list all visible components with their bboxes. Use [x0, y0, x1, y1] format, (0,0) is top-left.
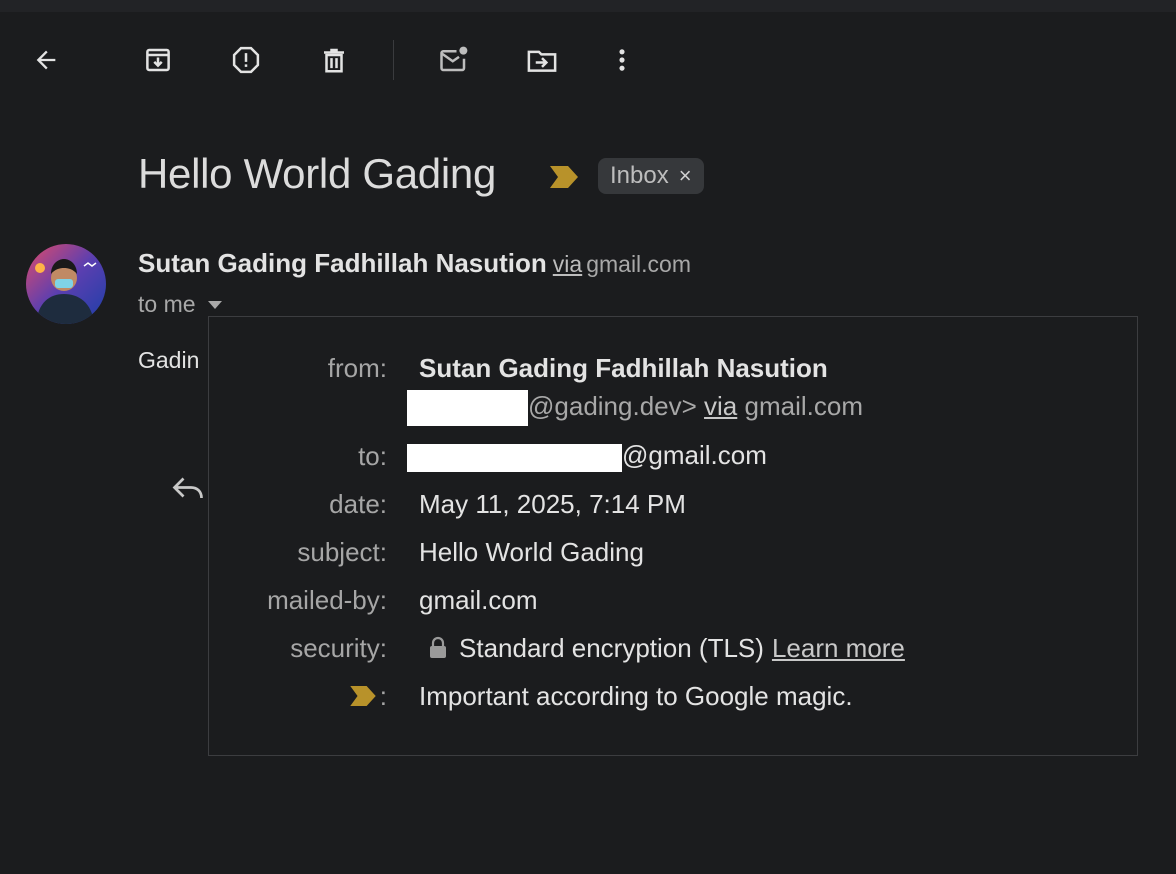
- email-body-snippet: Gadin: [138, 347, 200, 373]
- archive-icon: [146, 48, 170, 72]
- importance-label-group: :: [209, 681, 387, 712]
- email-subject: Hello World Gading: [138, 150, 496, 197]
- delete-button[interactable]: [314, 40, 354, 80]
- report-spam-button[interactable]: [226, 40, 266, 80]
- from-name: Sutan Gading Fadhillah Nasution: [419, 352, 828, 383]
- via-link[interactable]: via: [553, 251, 582, 277]
- move-to-button[interactable]: [522, 40, 562, 80]
- importance-marker-icon: [350, 686, 376, 706]
- to-me-label: to me: [138, 291, 196, 317]
- from-label: from:: [327, 352, 387, 383]
- window-top-strip: [0, 0, 1176, 12]
- mailed-by-label: mailed-by:: [267, 584, 387, 615]
- from-via-domain: gmail.com: [744, 390, 863, 421]
- sender-line: Sutan Gading Fadhillah Nasution via gmail.…: [138, 248, 691, 279]
- to-email: @gmail.com: [407, 440, 767, 472]
- subject-label: subject:: [297, 536, 387, 567]
- reply-icon: [172, 477, 203, 499]
- mark-unread-button[interactable]: [434, 40, 474, 80]
- arrow-left-icon: [36, 50, 56, 70]
- caret-down-icon: [207, 300, 222, 309]
- via-domain: gmail.com: [586, 251, 692, 277]
- lock-icon: [430, 636, 446, 658]
- security-value-group: Standard encryption (TLS) Learn more: [419, 633, 905, 664]
- mailed-by-value: gmail.com: [419, 584, 538, 615]
- avatar[interactable]: [26, 244, 106, 324]
- security-label: security:: [290, 632, 387, 663]
- back-button[interactable]: [26, 40, 66, 80]
- archive-button[interactable]: [138, 40, 178, 80]
- security-value: Standard encryption (TLS): [459, 632, 764, 663]
- importance-marker-icon[interactable]: [550, 166, 578, 193]
- from-email: @gading.dev> via gmail.com: [407, 390, 863, 426]
- from-via-link[interactable]: via: [704, 391, 737, 421]
- message-details-popup: from: Sutan Gading Fadhillah Nasution @g…: [208, 316, 1138, 756]
- more-options-button[interactable]: [602, 40, 642, 80]
- to-label: to:: [358, 440, 387, 471]
- importance-value: Important according to Google magic.: [419, 680, 853, 711]
- remove-label-button[interactable]: ×: [679, 165, 692, 187]
- recipient-details-toggle[interactable]: to me: [138, 291, 224, 318]
- date-value: May 11, 2025, 7:14 PM: [419, 488, 686, 519]
- importance-label: :: [379, 680, 387, 711]
- trash-icon: [324, 48, 344, 73]
- learn-more-link[interactable]: Learn more: [772, 633, 905, 664]
- to-email-suffix: @gmail.com: [622, 440, 767, 471]
- redacted-block: [407, 390, 528, 426]
- move-to-folder-icon: [527, 50, 557, 72]
- sender-name[interactable]: Sutan Gading Fadhillah Nasution: [138, 248, 547, 278]
- date-label: date:: [329, 488, 387, 519]
- more-vertical-icon: [619, 49, 625, 71]
- subject-value: Hello World Gading: [419, 536, 644, 567]
- toolbar-divider: [393, 40, 394, 80]
- inbox-label-chip: Inbox ×: [598, 158, 704, 194]
- from-email-suffix: @gading.dev>: [528, 390, 697, 421]
- reply-button[interactable]: [170, 474, 206, 509]
- mark-unread-icon: [440, 46, 468, 72]
- label-text: Inbox: [610, 162, 669, 189]
- redacted-block: [407, 443, 622, 472]
- report-spam-icon: [232, 46, 260, 74]
